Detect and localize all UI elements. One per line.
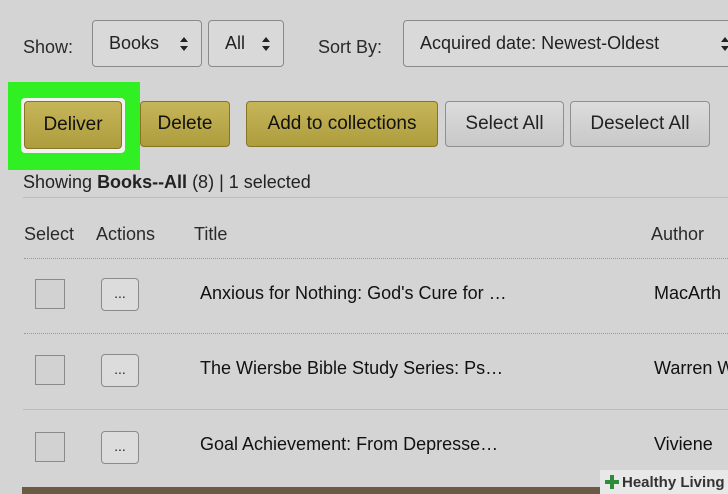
row-checkbox[interactable] <box>35 432 65 462</box>
table-row[interactable]: ... Anxious for Nothing: God's Cure for … <box>24 258 728 334</box>
sort-select[interactable]: Acquired date: Newest-Oldest <box>403 20 728 67</box>
row-author: MacArth <box>654 283 722 303</box>
add-to-collections-button[interactable]: Add to collections <box>246 101 438 147</box>
column-header-actions: Actions <box>96 224 156 244</box>
subset-select[interactable]: All <box>208 20 284 67</box>
watermark-text: Healthy Living <box>622 473 725 491</box>
plus-icon <box>605 475 619 489</box>
column-header-title[interactable]: Title <box>194 224 227 245</box>
sort-select-value: Acquired date: Newest-Oldest <box>420 33 660 53</box>
row-actions-button[interactable]: ... <box>101 278 139 311</box>
row-title[interactable]: The Wiersbe Bible Study Series: Ps… <box>200 358 503 379</box>
select-arrows-icon <box>721 37 728 51</box>
summary-separator: | <box>214 172 229 192</box>
row-title[interactable]: Goal Achievement: From Depresse… <box>200 434 498 455</box>
column-header-author[interactable]: Author <box>651 224 704 245</box>
showing-summary: Showing Books--All (8) | 1 selected <box>23 172 311 193</box>
row-author: Warren W <box>654 358 728 378</box>
select-arrows-icon <box>262 37 270 51</box>
summary-selected: 1 selected <box>228 172 311 192</box>
row-author: Viviene <box>654 434 713 454</box>
row-title[interactable]: Anxious for Nothing: God's Cure for … <box>200 283 507 304</box>
deliver-button[interactable]: Deliver <box>24 101 122 149</box>
summary-category: Books--All <box>97 172 188 192</box>
type-select[interactable]: Books <box>92 20 202 67</box>
select-arrows-icon <box>180 37 188 51</box>
healthy-living-watermark: Healthy Living <box>600 470 728 494</box>
row-checkbox[interactable] <box>35 279 65 309</box>
table-row[interactable]: ... The Wiersbe Bible Study Series: Ps… … <box>0 334 728 408</box>
sort-label: Sort By: <box>318 37 383 57</box>
row-checkbox[interactable] <box>35 355 65 385</box>
select-all-button[interactable]: Select All <box>445 101 564 147</box>
subset-select-value: All <box>225 33 246 53</box>
summary-prefix: Showing <box>23 172 98 192</box>
row-actions-button[interactable]: ... <box>101 431 139 464</box>
row-actions-button[interactable]: ... <box>101 354 139 387</box>
column-header-select: Select <box>24 224 75 244</box>
delete-button[interactable]: Delete <box>140 101 230 147</box>
deselect-all-button[interactable]: Deselect All <box>570 101 710 147</box>
show-label: Show: <box>23 37 74 57</box>
type-select-value: Books <box>109 33 160 53</box>
summary-count: (8) <box>187 172 215 192</box>
divider <box>23 197 728 198</box>
